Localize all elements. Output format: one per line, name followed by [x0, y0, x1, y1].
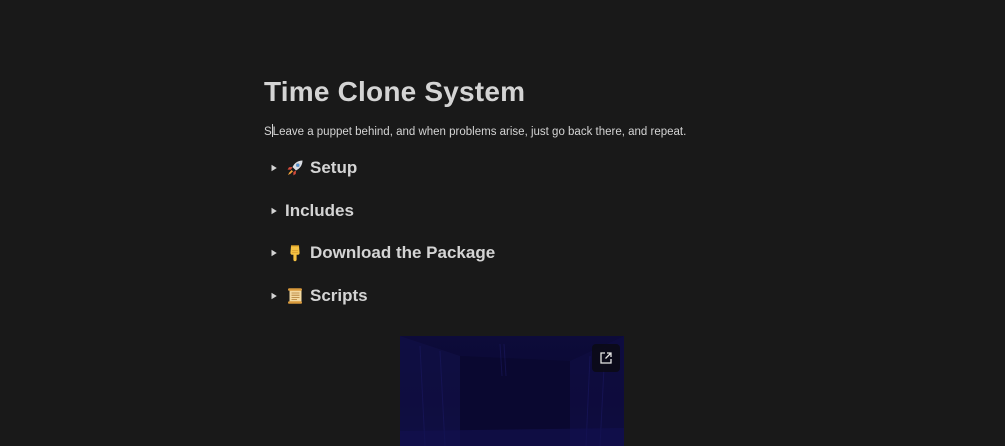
toggle-list: Setup Includes Download the Package Scri… — [264, 154, 744, 310]
page-content: Time Clone System SLeave a puppet behind… — [264, 74, 744, 324]
page-title[interactable]: Time Clone System — [264, 74, 744, 110]
toggle-download-package[interactable]: Download the Package — [264, 239, 744, 267]
pointing-down-icon — [285, 243, 305, 263]
page-description[interactable]: SLeave a puppet behind, and when problem… — [264, 124, 744, 140]
toggle-arrow-icon[interactable] — [264, 158, 284, 178]
scroll-icon — [285, 286, 305, 306]
rocket-icon — [285, 158, 305, 178]
toggle-arrow-icon[interactable] — [264, 201, 284, 221]
toggle-arrow-icon[interactable] — [264, 243, 284, 263]
toggle-setup[interactable]: Setup — [264, 154, 744, 182]
toggle-includes[interactable]: Includes — [264, 197, 744, 225]
toggle-label: Includes — [285, 200, 354, 220]
toggle-label: Setup — [310, 158, 358, 177]
image-scene — [400, 336, 624, 446]
toggle-scripts[interactable]: Scripts — [264, 282, 744, 310]
external-link-icon — [600, 352, 612, 364]
open-in-new-button[interactable] — [592, 344, 620, 372]
notion-page: Time Clone System SLeave a puppet behind… — [0, 0, 1005, 446]
toggle-arrow-icon[interactable] — [264, 286, 284, 306]
toggle-label: Scripts — [310, 285, 368, 305]
description-prefix: S — [264, 126, 272, 138]
embedded-image[interactable] — [400, 336, 624, 446]
description-text: Leave a puppet behind, and when problems… — [272, 126, 687, 138]
toggle-label: Download the Package — [310, 243, 496, 262]
